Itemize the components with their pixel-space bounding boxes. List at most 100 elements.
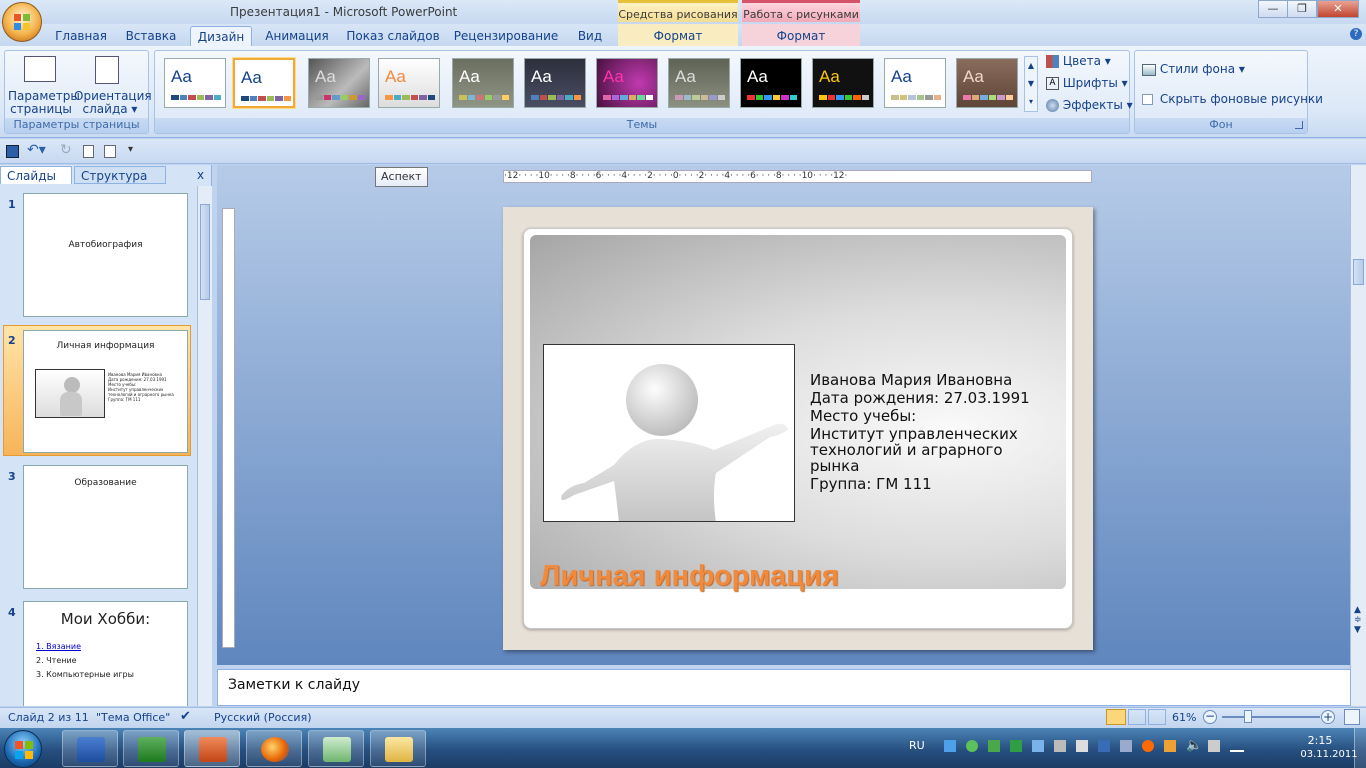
tab-home[interactable]: Главная — [50, 26, 112, 46]
tray-icon-5[interactable] — [1032, 740, 1044, 752]
theme-thumb-11[interactable]: Aa — [884, 58, 946, 108]
tab-slideshow[interactable]: Показ слайдов — [344, 26, 442, 46]
tab-view[interactable]: Вид — [570, 26, 610, 46]
theme-thumb-3[interactable]: Aa — [308, 58, 370, 108]
checkbox-icon[interactable] — [1142, 94, 1153, 105]
zoom-slider-thumb[interactable] — [1244, 710, 1252, 723]
tray-icon-7[interactable] — [1098, 740, 1110, 752]
undo-icon[interactable]: ↶▾ — [27, 142, 46, 158]
zoom-in-icon[interactable]: + — [1321, 710, 1335, 724]
theme-thumb-office-selected[interactable]: Aa — [233, 58, 295, 108]
theme-colors-button[interactable]: Цвета ▾ — [1046, 54, 1111, 68]
theme-thumb-5[interactable]: Aa — [452, 58, 514, 108]
tray-icon-1[interactable] — [944, 740, 956, 752]
theme-thumb-4[interactable]: Aa — [378, 58, 440, 108]
slide-title[interactable]: Личная информация — [540, 560, 839, 593]
theme-thumb-7[interactable]: Aa — [596, 58, 658, 108]
slides-pane-scrollbar[interactable] — [197, 186, 212, 706]
tab-picture-format[interactable]: Формат — [742, 24, 860, 46]
hide-background-graphics[interactable]: Скрыть фоновые рисунки — [1142, 92, 1323, 106]
minimize-button[interactable]: — — [1258, 0, 1288, 18]
taskbar-powerpoint[interactable] — [184, 730, 240, 767]
page-setup-button[interactable]: Параметры страницы — [8, 90, 80, 116]
theme-thumb-1[interactable]: Aa — [164, 58, 226, 108]
zoom-level[interactable]: 61% — [1172, 711, 1196, 724]
theme-aa: Aa — [891, 67, 912, 86]
tray-icon-9[interactable] — [1142, 740, 1154, 752]
taskbar-app[interactable] — [308, 730, 364, 767]
close-pane-icon[interactable]: x — [197, 168, 204, 182]
theme-fonts-button[interactable]: A Шрифты ▾ — [1046, 76, 1128, 90]
slide-dob: Дата рождения: 27.03.1991 — [810, 389, 1030, 407]
zoom-out-icon[interactable]: − — [1203, 710, 1217, 724]
tray-icon-3[interactable] — [988, 740, 1000, 752]
tab-review[interactable]: Рецензирование — [450, 26, 562, 46]
theme-effects-button[interactable]: Эффекты ▾ — [1046, 98, 1133, 112]
tab-design[interactable]: Дизайн — [190, 26, 252, 46]
scroll-thumb[interactable] — [200, 204, 210, 300]
slide-thumb-1[interactable]: Автобиография — [23, 193, 188, 317]
customize-qat-icon[interactable]: ▾ — [128, 144, 133, 155]
show-desktop-button[interactable] — [1354, 728, 1366, 768]
notes-pane[interactable]: Заметки к слайду — [217, 669, 1351, 706]
theme-thumb-12[interactable]: Aa — [956, 58, 1018, 108]
new-document-icon[interactable] — [83, 145, 94, 158]
clock-date[interactable]: 03.11.2011 — [1300, 749, 1358, 760]
slide-thumb-3[interactable]: Образование — [23, 465, 188, 589]
tray-icon-8[interactable] — [1120, 740, 1132, 752]
fit-to-window-icon[interactable] — [1344, 709, 1360, 725]
action-center-flag-icon[interactable] — [1076, 740, 1088, 752]
help-icon[interactable]: ? — [1350, 28, 1362, 40]
taskbar-explorer[interactable] — [370, 730, 426, 767]
dialog-launcher-icon[interactable] — [1295, 121, 1303, 129]
theme-name[interactable]: "Тема Office" — [96, 711, 170, 724]
redo-icon[interactable]: ↻ — [60, 142, 72, 158]
slide-body-text[interactable]: Иванова Мария Ивановна Дата рождения: 27… — [810, 372, 1060, 492]
spellcheck-icon[interactable]: ✔ — [180, 709, 191, 724]
prev-next-slide-icon[interactable]: ▲ ≑ ▼ — [1354, 605, 1362, 635]
theme-aa: Aa — [963, 67, 984, 86]
volume-icon[interactable]: 🔈 — [1186, 738, 1202, 753]
theme-thumb-9[interactable]: Aa — [740, 58, 802, 108]
slide-thumb-4[interactable]: Мои Хобби: 1. Вязание 2. Чтение 3. Компь… — [23, 601, 188, 706]
slide-orientation-button[interactable]: Ориентация слайда ▾ — [74, 90, 152, 116]
zoom-slider-track[interactable] — [1222, 716, 1320, 718]
tab-insert[interactable]: Вставка — [120, 26, 182, 46]
input-language[interactable]: RU — [909, 739, 925, 752]
scroll-thumb[interactable] — [1353, 259, 1364, 285]
tab-outline[interactable]: Структура — [74, 166, 166, 184]
theme-thumb-10[interactable]: Aa — [812, 58, 874, 108]
taskbar-word[interactable] — [62, 730, 118, 767]
power-icon[interactable] — [1208, 740, 1220, 752]
tab-slides[interactable]: Слайды — [0, 166, 72, 184]
clock-time[interactable]: 2:15 — [1300, 734, 1340, 747]
theme-thumb-6[interactable]: Aa — [524, 58, 586, 108]
background-styles-label: Стили фона ▾ — [1159, 62, 1245, 76]
close-button[interactable]: ✕ — [1317, 0, 1359, 18]
themes-scroll[interactable]: ▲ ▼ ▾ — [1024, 56, 1038, 112]
network-icon[interactable] — [1230, 740, 1244, 752]
start-button[interactable] — [4, 730, 42, 768]
tray-icon-10[interactable] — [1164, 740, 1176, 752]
taskbar-firefox[interactable] — [246, 730, 302, 767]
save-icon[interactable] — [6, 145, 19, 158]
slide-picture[interactable] — [543, 344, 795, 522]
language-status[interactable]: Русский (Россия) — [214, 711, 312, 724]
tab-drawing-format[interactable]: Формат — [618, 24, 738, 46]
tray-icon-2[interactable] — [966, 740, 978, 752]
taskbar-excel[interactable] — [123, 730, 179, 767]
tab-animation[interactable]: Анимация — [258, 26, 336, 46]
normal-view-icon[interactable] — [1106, 709, 1126, 725]
slide-sorter-icon[interactable] — [1128, 709, 1146, 725]
theme-aa: Aa — [171, 67, 192, 86]
theme-thumb-8[interactable]: Aa — [668, 58, 730, 108]
slide-thumb-2[interactable]: Личная информация Иванова Мария Ивановна… — [23, 330, 188, 453]
maximize-button[interactable]: ❐ — [1287, 0, 1317, 18]
office-button[interactable] — [2, 2, 42, 42]
background-styles-button[interactable]: Стили фона ▾ — [1142, 62, 1245, 76]
slideshow-view-icon[interactable] — [1148, 709, 1166, 725]
tray-icon-4[interactable] — [1010, 740, 1022, 752]
tray-icon-6[interactable] — [1054, 740, 1066, 752]
print-preview-icon[interactable] — [104, 145, 116, 158]
main-vertical-scrollbar[interactable]: ▲ ≑ ▼ — [1350, 165, 1366, 706]
